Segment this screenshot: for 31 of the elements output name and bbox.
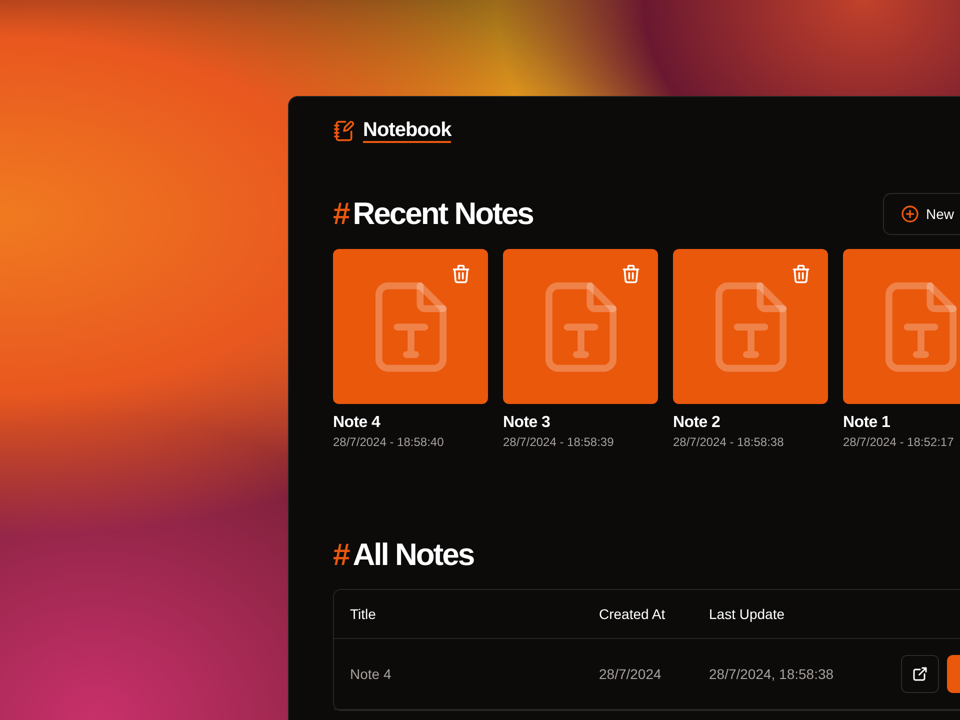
note-date: 28/7/2024 - 18:58:39 bbox=[503, 435, 615, 449]
table-cell: Note 4 bbox=[334, 639, 598, 710]
note-date: 28/7/2024 - 18:52:17 bbox=[843, 435, 955, 449]
note-title: Note 1 bbox=[843, 414, 892, 432]
notebook-pen-icon bbox=[333, 120, 355, 142]
column-header: Title bbox=[334, 590, 598, 639]
note-title: Note 2 bbox=[673, 414, 722, 432]
note-date: 28/7/2024 - 18:58:38 bbox=[673, 435, 785, 449]
table-cell: 28/7/2024 bbox=[598, 639, 708, 710]
note-thumbnail[interactable] bbox=[503, 249, 658, 404]
section-heading: All Notes bbox=[352, 537, 474, 573]
plus-circle-icon bbox=[900, 204, 920, 224]
trash-icon[interactable] bbox=[620, 263, 642, 285]
note-thumbnail[interactable] bbox=[843, 249, 960, 404]
trash-icon[interactable] bbox=[450, 263, 472, 285]
note-date: 28/7/2024 - 18:58:40 bbox=[333, 435, 445, 449]
note-thumbnail[interactable] bbox=[673, 249, 828, 404]
note-title: Note 4 bbox=[333, 414, 382, 432]
external-link-icon bbox=[911, 665, 929, 683]
column-header: Last Update bbox=[708, 590, 900, 639]
note-title: Note 3 bbox=[503, 414, 552, 432]
app-title-link[interactable]: Notebook bbox=[363, 119, 452, 143]
table-cell: 28/7/2024, 18:58:38 bbox=[708, 639, 900, 710]
column-header: Created At bbox=[598, 590, 708, 639]
new-note-button[interactable]: New bbox=[882, 193, 960, 235]
trash-icon[interactable] bbox=[790, 263, 812, 285]
hash-mark: # bbox=[333, 537, 349, 573]
note-thumbnail[interactable] bbox=[333, 249, 488, 404]
section-heading: Recent Notes bbox=[352, 196, 533, 232]
hash-mark: # bbox=[333, 196, 349, 232]
open-button[interactable] bbox=[901, 655, 939, 693]
